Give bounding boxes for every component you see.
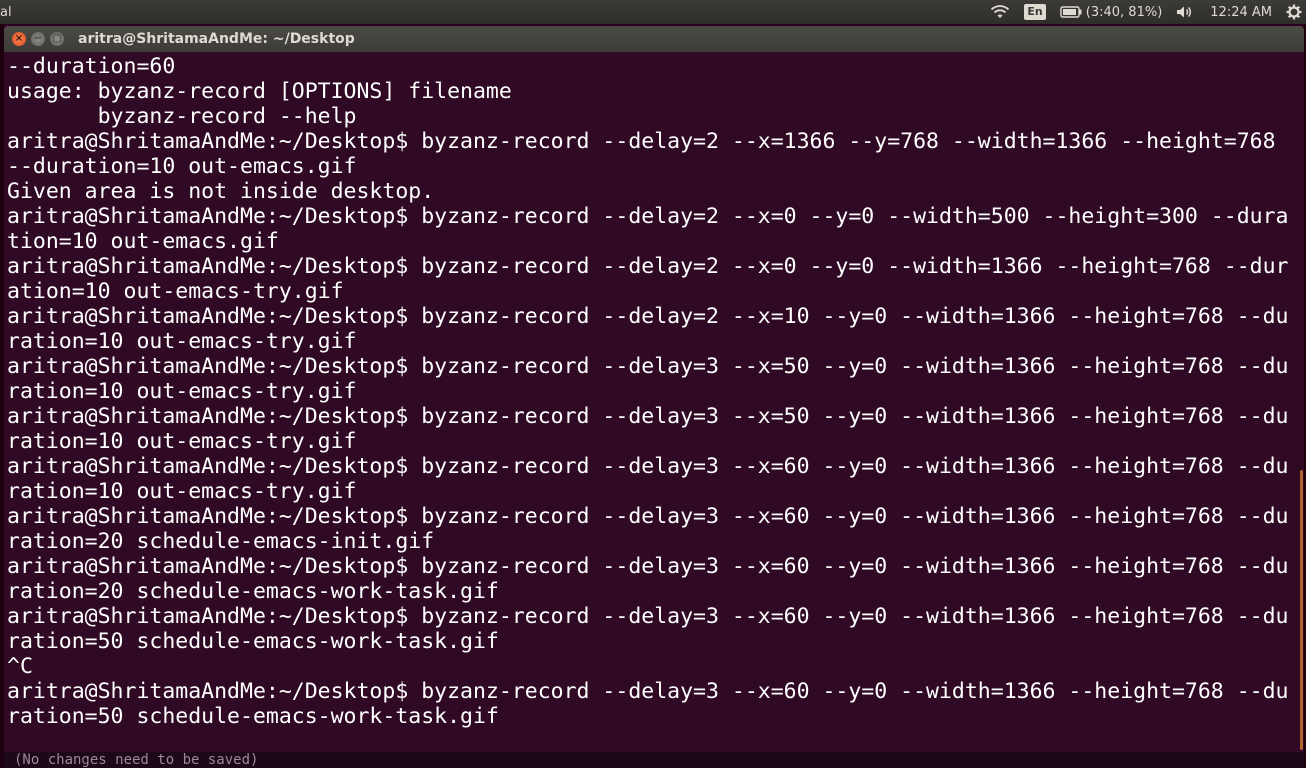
terminal-line: ration=10 out-emacs-try.gif (7, 479, 357, 504)
close-button[interactable]: × (12, 32, 26, 46)
battery-icon (1060, 6, 1082, 18)
terminal-line: ration=20 schedule-emacs-init.gif (7, 529, 435, 554)
terminal-line: ration=50 schedule-emacs-work-task.gif (7, 629, 499, 654)
battery-indicator[interactable]: (3:40, 81%) (1060, 4, 1163, 20)
terminal-line: usage: byzanz-record [OPTIONS] filename (7, 79, 512, 104)
terminal-line: aritra@ShritamaAndMe:~/Desktop$ byzanz-r… (7, 254, 1289, 279)
terminal-line: --duration=10 out-emacs.gif (7, 154, 357, 179)
terminal-text: --duration=60 usage: byzanz-record [OPTIO… (4, 52, 1304, 729)
terminal-line: ration=10 out-emacs-try.gif (7, 329, 357, 354)
minimize-icon: − (33, 33, 43, 44)
battery-status: (3:40, 81%) (1085, 4, 1163, 20)
terminal-line: tion=10 out-emacs.gif (7, 229, 279, 254)
terminal-line: aritra@ShritamaAndMe:~/Desktop$ byzanz-r… (7, 679, 1289, 704)
maximize-icon: □ (52, 33, 62, 44)
minimize-button[interactable]: − (31, 32, 45, 46)
scrollbar-thumb[interactable] (1300, 470, 1303, 750)
terminal-line: ration=20 schedule-emacs-work-task.gif (7, 579, 499, 604)
terminal-line: aritra@ShritamaAndMe:~/Desktop$ byzanz-r… (7, 204, 1289, 229)
gear-icon[interactable] (1286, 4, 1302, 20)
terminal-line: ration=50 schedule-emacs-work-task.gif (7, 704, 499, 729)
terminal-line: ration=10 out-emacs-try.gif (7, 379, 357, 404)
window-titlebar[interactable]: × − □ aritra@ShritamaAndMe: ~/Desktop (4, 26, 1304, 52)
terminal-line: ation=10 out-emacs-try.gif (7, 279, 344, 304)
terminal-line: aritra@ShritamaAndMe:~/Desktop$ byzanz-r… (7, 604, 1289, 629)
maximize-button[interactable]: □ (50, 32, 64, 46)
keyboard-layout-indicator[interactable]: En (1024, 4, 1046, 20)
clock[interactable]: 12:24 AM (1210, 5, 1272, 20)
terminal-line: aritra@ShritamaAndMe:~/Desktop$ byzanz-r… (7, 454, 1289, 479)
terminal-line: aritra@ShritamaAndMe:~/Desktop$ byzanz-r… (7, 129, 1276, 154)
terminal-line: aritra@ShritamaAndMe:~/Desktop$ byzanz-r… (7, 354, 1289, 379)
terminal-output[interactable]: --duration=60 usage: byzanz-record [OPTIO… (4, 52, 1304, 768)
app-menu-title[interactable]: al (0, 5, 20, 20)
terminal-line: --duration=60 (7, 54, 176, 79)
terminal-line: byzanz-record --help (7, 104, 357, 129)
window-title: aritra@ShritamaAndMe: ~/Desktop (78, 31, 355, 47)
close-icon: × (14, 33, 24, 44)
volume-icon[interactable] (1176, 5, 1196, 19)
terminal-line: aritra@ShritamaAndMe:~/Desktop$ byzanz-r… (7, 304, 1289, 329)
wifi-icon[interactable] (990, 5, 1010, 19)
emacs-echo-area: (No changes need to be saved) (4, 752, 1304, 768)
terminal-line: ^C (7, 654, 33, 679)
terminal-line: Given area is not inside desktop. (7, 179, 435, 204)
top-panel: al En (3:40, 81%) 12:24 AM (0, 0, 1306, 24)
terminal-line: aritra@ShritamaAndMe:~/Desktop$ byzanz-r… (7, 504, 1289, 529)
terminal-line: aritra@ShritamaAndMe:~/Desktop$ byzanz-r… (7, 554, 1289, 579)
terminal-line: aritra@ShritamaAndMe:~/Desktop$ byzanz-r… (7, 404, 1289, 429)
indicator-area: En (3:40, 81%) 12:24 AM (990, 0, 1306, 24)
terminal-line: ration=10 out-emacs-try.gif (7, 429, 357, 454)
keyboard-layout-label: En (1024, 4, 1046, 20)
